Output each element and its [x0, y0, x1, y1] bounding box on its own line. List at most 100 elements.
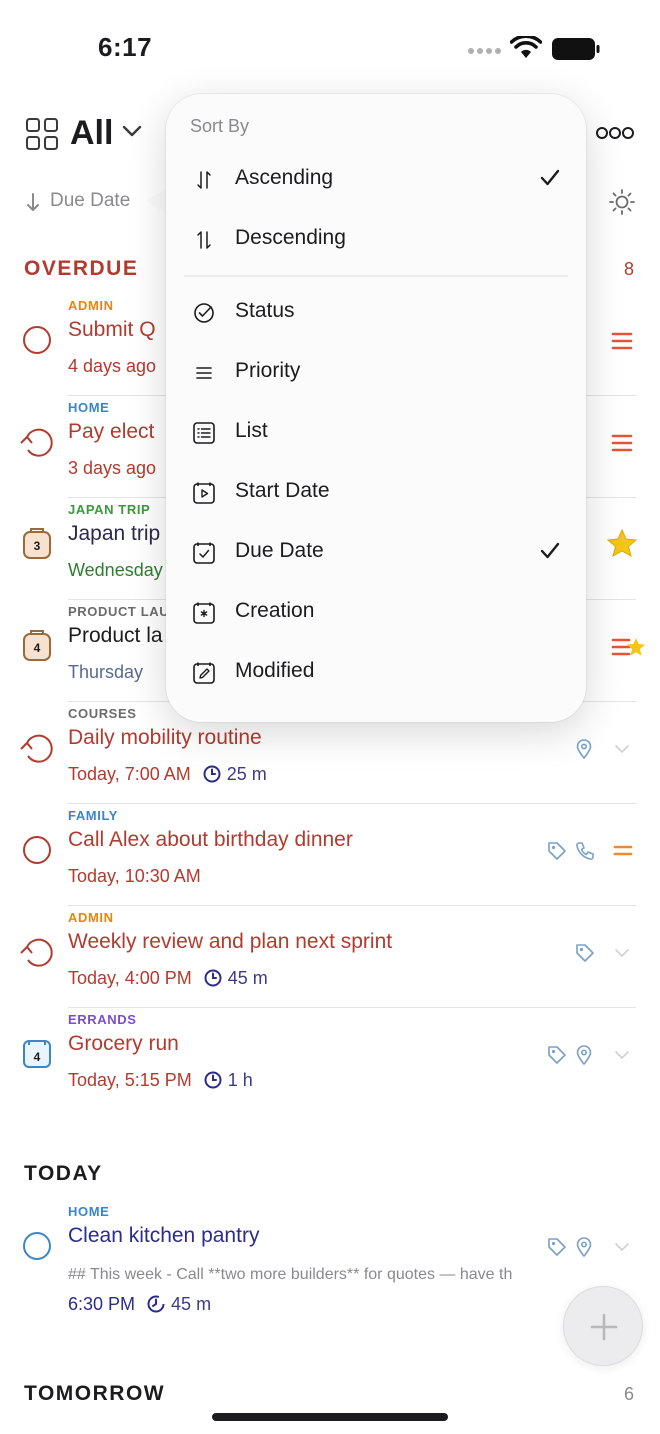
task-row[interactable]: HOME Clean kitchen pantry ## This week -…: [0, 1200, 660, 1330]
menu-item-start-date[interactable]: Start Date: [166, 465, 586, 521]
circle-icon[interactable]: [18, 322, 58, 358]
task-due-text: 6:30 PM: [68, 1294, 136, 1314]
task-duration: 1 h: [204, 1070, 253, 1090]
task-due: 6:30 PM 45 m: [68, 1294, 211, 1315]
repeat-icon[interactable]: [18, 424, 58, 460]
task-due: 4 days ago: [68, 356, 157, 376]
task-list-label: HOME: [68, 400, 110, 415]
menu-separator: [184, 275, 568, 277]
due-date-icon: [193, 542, 215, 564]
timer-icon: [147, 1295, 165, 1313]
task-due-text: Today, 7:00 AM: [68, 764, 191, 784]
list-title[interactable]: All: [70, 114, 113, 153]
task-title[interactable]: Daily mobility routine: [68, 726, 262, 750]
task-row[interactable]: ADMIN Weekly review and plan next sprint…: [0, 906, 660, 1008]
circle-icon[interactable]: [18, 832, 58, 868]
section-title-today: TODAY: [24, 1162, 103, 1185]
clock-icon: [204, 969, 222, 987]
task-title[interactable]: Submit Q: [68, 318, 156, 342]
menu-item-due-date[interactable]: Due Date: [166, 525, 586, 581]
task-due: Wednesday: [68, 560, 163, 580]
repeat-icon[interactable]: [18, 730, 58, 766]
home-indicator: [212, 1413, 448, 1421]
section-count-tomorrow: 6: [623, 1384, 634, 1404]
clock-icon: [204, 1071, 222, 1089]
task-due: Today, 7:00 AM 25 m: [68, 764, 267, 785]
task-due: Thursday: [68, 662, 144, 682]
task-list-label: PRODUCT LAU: [68, 604, 170, 619]
menu-item-creation[interactable]: Creation: [166, 585, 586, 641]
chevron-down-icon[interactable]: [614, 1044, 630, 1066]
chevron-down-icon[interactable]: [122, 124, 142, 138]
section-count-overdue: 8: [623, 259, 634, 279]
task-list-label: FAMILY: [68, 808, 119, 823]
menu-item-ascending[interactable]: Ascending: [166, 152, 586, 208]
task-list-label: JAPAN TRIP: [68, 502, 151, 517]
calendar-icon[interactable]: 4: [18, 1036, 58, 1072]
menu-item-status[interactable]: Status: [166, 285, 586, 341]
repeat-icon[interactable]: [18, 934, 58, 970]
menu-item-label: Start Date: [235, 479, 330, 502]
project-icon[interactable]: 3: [18, 526, 58, 562]
menu-item-priority[interactable]: Priority: [166, 345, 586, 401]
task-row[interactable]: 4 ERRANDS Grocery run Today, 5:15 PM 1 h: [0, 1008, 660, 1110]
task-title[interactable]: Product la: [68, 624, 163, 648]
task-duration: 45 m: [147, 1294, 211, 1314]
project-icon[interactable]: 4: [18, 628, 58, 664]
menu-item-modified[interactable]: Modified: [166, 645, 586, 701]
task-duration: 45 m: [204, 968, 268, 988]
checkmark-icon: [540, 542, 560, 559]
location-icon: [576, 739, 592, 760]
more-icon[interactable]: [596, 126, 634, 140]
menu-item-list[interactable]: List: [166, 405, 586, 461]
location-icon: [576, 1045, 592, 1066]
priority-medium-icon: [613, 845, 633, 856]
task-title[interactable]: Clean kitchen pantry: [68, 1224, 259, 1248]
task-due: Today, 5:15 PM 1 h: [68, 1070, 253, 1091]
task-title[interactable]: Pay elect: [68, 420, 154, 444]
star-icon: [606, 528, 638, 558]
task-title[interactable]: Grocery run: [68, 1032, 179, 1056]
circle-icon[interactable]: [18, 1228, 58, 1264]
task-due: 3 days ago: [68, 458, 157, 478]
menu-item-label: Descending: [235, 226, 346, 249]
sort-menu: Sort By Ascending Descending Status Prio…: [166, 94, 586, 722]
status-bar: 6:17: [0, 0, 660, 96]
wifi-icon: [510, 36, 542, 58]
task-row[interactable]: FAMILY Call Alex about birthday dinner T…: [0, 804, 660, 906]
checkmark-icon: [540, 169, 560, 186]
project-badge: 4: [34, 641, 41, 655]
tag-icon: [548, 1238, 566, 1256]
task-title[interactable]: Japan trip: [68, 522, 160, 546]
sun-icon[interactable]: [608, 188, 636, 216]
section-title-tomorrow: TOMORROW: [24, 1382, 166, 1405]
task-list-label: ADMIN: [68, 298, 114, 313]
task-note: ## This week - Call **two more builders*…: [68, 1266, 513, 1283]
modified-icon: [193, 662, 215, 684]
grid-icon[interactable]: [26, 118, 58, 150]
menu-item-label: Ascending: [235, 166, 334, 189]
tag-icon: [576, 944, 594, 962]
chevron-down-icon[interactable]: [614, 738, 630, 760]
priority-high-icon: [611, 332, 633, 350]
menu-item-label: Priority: [235, 359, 301, 382]
section-title-overdue: OVERDUE: [24, 257, 139, 280]
chevron-down-icon[interactable]: [614, 942, 630, 964]
menu-item-label: List: [235, 419, 268, 442]
task-title[interactable]: Call Alex about birthday dinner: [68, 828, 353, 852]
cellular-signal-icon: [468, 46, 502, 56]
task-duration: 25 m: [203, 764, 267, 784]
sort-ascending-icon: [197, 171, 211, 189]
location-icon: [576, 1237, 592, 1258]
phone-icon: [576, 842, 594, 860]
add-task-button[interactable]: [563, 1286, 643, 1366]
sort-label[interactable]: Due Date: [50, 190, 130, 212]
clock-icon: [203, 765, 221, 783]
task-list-label: ERRANDS: [68, 1012, 137, 1027]
menu-item-label: Status: [235, 299, 295, 322]
chevron-down-icon[interactable]: [614, 1236, 630, 1258]
start-date-icon: [193, 482, 215, 504]
calendar-badge: 4: [34, 1050, 41, 1064]
task-title[interactable]: Weekly review and plan next sprint: [68, 930, 392, 954]
menu-item-descending[interactable]: Descending: [166, 212, 586, 268]
